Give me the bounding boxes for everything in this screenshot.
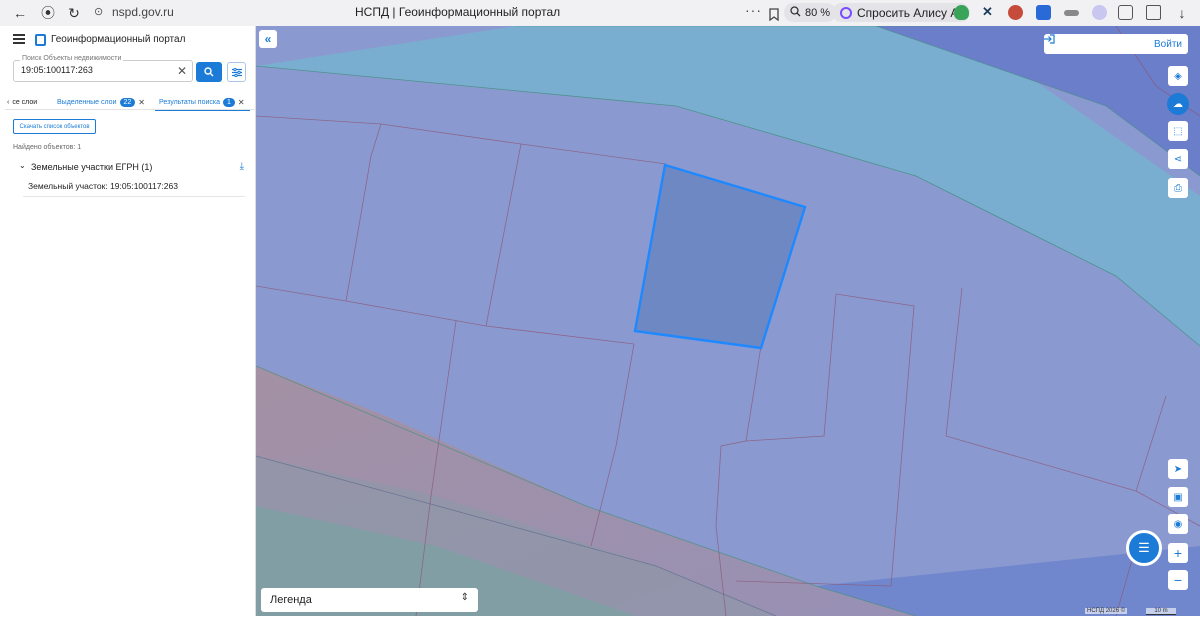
- plus-icon: +: [1173, 545, 1183, 561]
- hamburger-menu-icon[interactable]: [13, 34, 25, 44]
- ask-alice-label: Спросить Алису AI: [857, 5, 962, 20]
- search-field-label: Поиск Объекты недвижимости: [20, 55, 124, 62]
- site-info-icon[interactable]: ⊙: [94, 5, 108, 19]
- print-button[interactable]: ⎙: [1168, 178, 1188, 198]
- login-label: Войти: [1154, 38, 1182, 50]
- copyright-text: НСПД 2026 ©: [1085, 608, 1128, 614]
- map-viewport[interactable]: « Войти ◈ ☁ ⬚ ⋖ ⎙ ➤ ▣ ◉ + − ☰ Легенда ⇕ …: [256, 26, 1200, 616]
- zoom-in-button[interactable]: +: [1168, 543, 1188, 563]
- avatar-extension-icon[interactable]: [1008, 5, 1023, 20]
- tabs-divider: [5, 109, 256, 110]
- tab-selected-layers[interactable]: Выделенные слои 22 ✕: [57, 94, 145, 110]
- filter-icon: [231, 67, 242, 77]
- layers-button[interactable]: ◈: [1168, 66, 1188, 86]
- basemap-button[interactable]: ☁: [1167, 93, 1189, 115]
- sidebar-tabs: ‹ се слои Выделенные слои 22 ✕ Результат…: [5, 94, 256, 111]
- chevron-down-icon[interactable]: ⌄: [19, 161, 26, 170]
- tab-label: Результаты поиска: [159, 98, 221, 106]
- cross-extension-icon[interactable]: ✕: [980, 5, 995, 20]
- map-pin-icon: ◉: [1173, 518, 1183, 530]
- tab-close-icon[interactable]: ✕: [238, 98, 245, 107]
- extensions-puzzle-icon[interactable]: [1118, 5, 1133, 20]
- reload-icon[interactable]: ↻: [62, 1, 86, 25]
- expand-toggle-icon: ⇕: [460, 592, 469, 603]
- search-filter-button[interactable]: [227, 62, 246, 82]
- tab-close-icon[interactable]: ✕: [138, 98, 145, 107]
- download-group-icon[interactable]: ⤓: [240, 161, 244, 172]
- bookmark-icon[interactable]: [762, 2, 786, 26]
- found-count: Найдено объектов: 1: [13, 144, 82, 151]
- tab-count-badge: 22: [119, 97, 136, 107]
- print-icon: ⎙: [1174, 182, 1182, 194]
- tab-count-badge: 1: [223, 97, 235, 107]
- translate-extension-icon[interactable]: [1036, 5, 1051, 20]
- select-area-button[interactable]: ⬚: [1168, 121, 1188, 141]
- clear-search-icon[interactable]: ✕: [177, 64, 187, 78]
- zoom-value: 80 %: [805, 6, 831, 19]
- magnifier-icon: [790, 5, 801, 20]
- scale-bar: 10 m: [1146, 608, 1176, 615]
- download-list-button[interactable]: Скачать список объектов: [13, 119, 96, 134]
- map-canvas[interactable]: [256, 26, 1200, 616]
- protect-shield-icon[interactable]: ⦿: [36, 1, 60, 25]
- layers-icon: ◈: [1174, 70, 1182, 82]
- locate-button[interactable]: ➤: [1168, 459, 1188, 479]
- alice-icon: [840, 6, 852, 19]
- search-button[interactable]: [196, 62, 222, 82]
- ask-alice-button[interactable]: Спросить Алису AI: [832, 3, 970, 22]
- collapse-sidebar-button[interactable]: «: [259, 30, 277, 48]
- tab-label: се слои: [12, 98, 38, 106]
- search-icon: [204, 67, 214, 77]
- tab-search-results[interactable]: Результаты поиска 1 ✕: [159, 94, 245, 110]
- tab-scroll-left-icon[interactable]: ‹: [7, 99, 9, 106]
- select-area-icon: ⬚: [1173, 125, 1183, 137]
- chat-icon: ☰: [1138, 540, 1150, 555]
- download-icon[interactable]: ↓: [1170, 1, 1194, 25]
- login-icon: [1044, 34, 1055, 44]
- chat-button[interactable]: ☰: [1126, 530, 1162, 566]
- basemap-icon: ☁: [1173, 98, 1183, 110]
- result-group-header[interactable]: ⌄ Земельные участки ЕГРН (1) ⤓: [19, 161, 244, 175]
- minimap-button[interactable]: ▣: [1168, 487, 1188, 507]
- tab-label: Выделенные слои: [57, 98, 117, 106]
- browser-toolbar: ← ⦿ ↻ ⊙ nspd.gov.ru НСПД | Геоинформацио…: [0, 0, 1200, 26]
- zoom-indicator[interactable]: 80 %: [784, 3, 837, 22]
- screenshot-icon[interactable]: [1146, 5, 1161, 20]
- search-input[interactable]: [21, 65, 171, 75]
- legend-label: Легенда: [270, 594, 312, 606]
- portal-logo-icon: [35, 34, 46, 46]
- legend-dropdown[interactable]: Легенда ⇕: [261, 588, 478, 612]
- share-button[interactable]: ⋖: [1168, 149, 1188, 169]
- page-tab-title: НСПД | Геоинформационный портал: [355, 5, 561, 19]
- tab-all-layers[interactable]: ‹ се слои: [7, 94, 37, 110]
- minus-icon: −: [1173, 572, 1183, 588]
- dot-extension-icon[interactable]: [1092, 5, 1107, 20]
- adblock-extension-icon[interactable]: [954, 5, 969, 20]
- result-group-label: Земельные участки ЕГРН (1): [31, 162, 153, 172]
- share-icon: ⋖: [1173, 153, 1183, 165]
- login-button[interactable]: Войти: [1044, 34, 1188, 54]
- address-bar[interactable]: nspd.gov.ru: [112, 5, 174, 19]
- navigation-arrow-icon: ➤: [1173, 463, 1183, 475]
- search-field[interactable]: Поиск Объекты недвижимости ✕: [13, 55, 193, 82]
- tabs-extension-icon[interactable]: [1064, 10, 1079, 16]
- back-arrow-icon[interactable]: ←: [8, 1, 32, 25]
- measure-button[interactable]: ◉: [1168, 514, 1188, 534]
- portal-title: Геоинформационный портал: [51, 34, 186, 45]
- zoom-out-button[interactable]: −: [1168, 570, 1188, 590]
- search-sidebar: Геоинформационный портал Поиск Объекты н…: [5, 26, 256, 616]
- minimap-icon: ▣: [1173, 491, 1183, 503]
- more-menu-icon[interactable]: ···: [745, 2, 762, 18]
- list-item[interactable]: Земельный участок: 19:05:100117:263: [23, 177, 245, 197]
